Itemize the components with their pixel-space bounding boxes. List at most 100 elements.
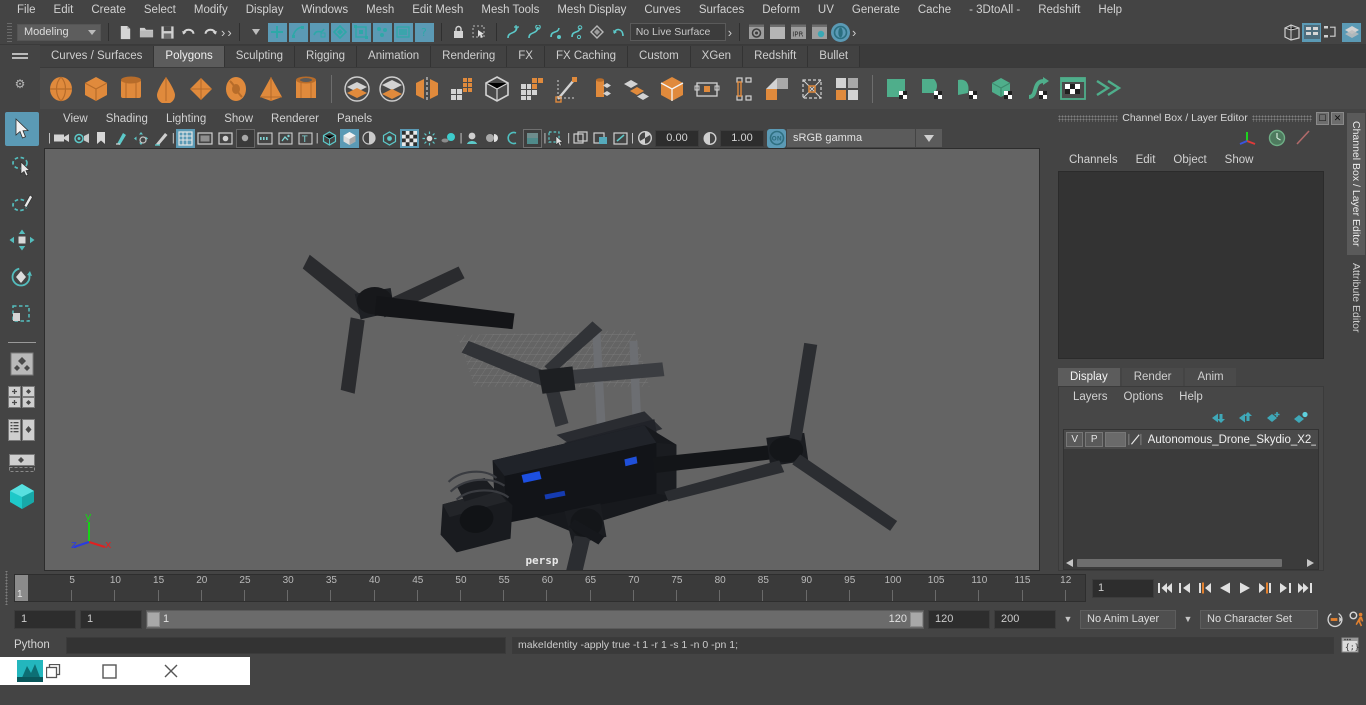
command-language-label[interactable]: Python bbox=[14, 639, 60, 651]
range-slider[interactable]: 1 120 bbox=[146, 609, 924, 629]
depth-of-field-icon[interactable] bbox=[523, 128, 543, 148]
poly-target-weld-icon[interactable] bbox=[552, 74, 582, 104]
select-by-hierarchy-icon[interactable] bbox=[267, 22, 287, 42]
new-layer-from-selected-icon[interactable] bbox=[1292, 411, 1309, 424]
menu-item-cache[interactable]: Cache bbox=[909, 2, 960, 18]
layer-playback-toggle[interactable]: P bbox=[1085, 432, 1103, 447]
poly-multicut-icon[interactable] bbox=[517, 74, 547, 104]
menu-item-edit-mesh[interactable]: Edit Mesh bbox=[403, 2, 472, 18]
menu-item-select[interactable]: Select bbox=[135, 2, 185, 18]
panel-layout-icon[interactable] bbox=[591, 129, 610, 148]
poly-append-icon[interactable] bbox=[622, 74, 652, 104]
two-d-pan-zoom-icon[interactable] bbox=[132, 129, 151, 148]
gamma-icon[interactable] bbox=[700, 129, 719, 148]
current-time-indicator[interactable]: 1 bbox=[15, 575, 28, 601]
poly-wedge-icon[interactable] bbox=[727, 74, 757, 104]
shaded-wireframe-icon[interactable] bbox=[360, 129, 379, 148]
quick-layout-persp-graph[interactable] bbox=[5, 448, 39, 478]
poly-plane-icon[interactable] bbox=[186, 74, 216, 104]
isolate-select-icon[interactable] bbox=[547, 129, 566, 148]
channel-box-menu-show[interactable]: Show bbox=[1216, 153, 1263, 167]
shelf-tab-fx[interactable]: FX bbox=[507, 46, 545, 67]
shelf-tab-rendering[interactable]: Rendering bbox=[431, 46, 508, 67]
color-management-toggle-icon[interactable]: ON bbox=[767, 128, 787, 148]
axis-gizmo-icon[interactable] bbox=[1238, 129, 1260, 147]
menu-item-curves[interactable]: Curves bbox=[635, 2, 689, 18]
animation-end-time-field[interactable]: 200 bbox=[994, 609, 1056, 629]
menu-item-redshift[interactable]: Redshift bbox=[1029, 2, 1089, 18]
scale-tool[interactable] bbox=[5, 297, 39, 331]
snap-to-view-plane-icon[interactable] bbox=[393, 22, 413, 42]
viewport-menu-shading[interactable]: Shading bbox=[97, 112, 157, 126]
anim-layer-selector[interactable]: No Anim Layer bbox=[1080, 609, 1176, 629]
menu-item-mesh-display[interactable]: Mesh Display bbox=[548, 2, 635, 18]
gamma-field[interactable]: 1.00 bbox=[720, 129, 765, 147]
viewport-menu-renderer[interactable]: Renderer bbox=[262, 112, 328, 126]
menu-item-windows[interactable]: Windows bbox=[292, 2, 357, 18]
toggle-render-view-icon[interactable] bbox=[831, 22, 851, 42]
smooth-shade-icon[interactable] bbox=[339, 128, 359, 148]
poly-bevel-icon[interactable] bbox=[482, 74, 512, 104]
playback-start-time-field[interactable]: 1 bbox=[80, 609, 142, 629]
move-tool[interactable] bbox=[5, 223, 39, 257]
lights-icon[interactable] bbox=[420, 129, 439, 148]
app-thumbnail-icon[interactable] bbox=[0, 657, 78, 685]
menu-item-mesh[interactable]: Mesh bbox=[357, 2, 403, 18]
command-input[interactable] bbox=[66, 636, 506, 654]
play-forwards-icon[interactable] bbox=[1236, 578, 1254, 598]
bookmark-icon[interactable] bbox=[92, 129, 111, 148]
layer-menu-help[interactable]: Help bbox=[1171, 390, 1211, 404]
step-back-frame-icon[interactable] bbox=[1196, 578, 1214, 598]
animation-start-time-field[interactable]: 1 bbox=[14, 609, 76, 629]
menu-item-uv[interactable]: UV bbox=[809, 2, 843, 18]
new-layer-icon[interactable] bbox=[1265, 411, 1282, 424]
exposure-icon[interactable] bbox=[635, 129, 654, 148]
current-frame-field[interactable]: 1 bbox=[1092, 578, 1154, 598]
menu-item-3dtoall[interactable]: - 3DtoAll - bbox=[960, 2, 1029, 18]
lock-icon[interactable] bbox=[449, 23, 468, 42]
snap-to-point-icon[interactable] bbox=[372, 22, 392, 42]
panel-grip-dots[interactable] bbox=[1058, 114, 1119, 122]
range-slider-right-handle[interactable] bbox=[910, 611, 923, 627]
shelf-tab-bullet[interactable]: Bullet bbox=[808, 46, 861, 67]
make-live-icon[interactable] bbox=[588, 23, 607, 42]
script-editor-icon[interactable]: {;} bbox=[1340, 636, 1360, 654]
help-snap-icon[interactable]: ? bbox=[414, 22, 434, 42]
time-slider-track[interactable]: 1 5 10 15 20 25 30 35 40 45 50 55 60 65 70 75 80 85 90 95 1… bbox=[14, 574, 1086, 602]
channel-box-menu-edit[interactable]: Edit bbox=[1127, 153, 1165, 167]
grid-icon[interactable] bbox=[175, 128, 195, 148]
viewport-menu-panels[interactable]: Panels bbox=[328, 112, 381, 126]
layer-editor-tab-display[interactable]: Display bbox=[1058, 368, 1120, 386]
flat-shade-icon[interactable] bbox=[380, 129, 399, 148]
play-backwards-icon[interactable] bbox=[1216, 578, 1234, 598]
textured-icon[interactable] bbox=[399, 128, 419, 148]
camera-icon[interactable] bbox=[52, 129, 71, 148]
shelf-tab-custom[interactable]: Custom bbox=[628, 46, 691, 67]
close-icon[interactable] bbox=[140, 657, 202, 685]
channel-box-menu-object[interactable]: Object bbox=[1164, 153, 1215, 167]
text-icon[interactable]: T bbox=[296, 129, 315, 148]
open-outliner-icon[interactable] bbox=[1302, 22, 1321, 42]
menu-item-mesh-tools[interactable]: Mesh Tools bbox=[472, 2, 548, 18]
uv-cylindrical-icon[interactable] bbox=[918, 74, 948, 104]
snap-curve-icon[interactable] bbox=[525, 23, 544, 42]
shelf-tab-sculpting[interactable]: Sculpting bbox=[224, 46, 296, 67]
snap-to-grid-icon[interactable] bbox=[330, 22, 350, 42]
new-scene-icon[interactable] bbox=[116, 23, 135, 42]
layer-list[interactable]: V P Autonomous_Drone_Skydio_X2_002_ bbox=[1063, 429, 1319, 570]
sidebar-toggle-icon[interactable] bbox=[1342, 22, 1361, 42]
layer-menu-options[interactable]: Options bbox=[1116, 390, 1172, 404]
slash-icon[interactable] bbox=[1294, 129, 1312, 147]
image-plane-icon[interactable] bbox=[112, 129, 131, 148]
step-forward-keyframe-icon[interactable] bbox=[1276, 578, 1294, 598]
menu-item-modify[interactable]: Modify bbox=[185, 2, 237, 18]
go-to-start-icon[interactable] bbox=[1156, 578, 1174, 598]
menu-item-edit[interactable]: Edit bbox=[45, 2, 83, 18]
viewport-menu-show[interactable]: Show bbox=[215, 112, 262, 126]
grease-pencil-icon[interactable] bbox=[152, 129, 171, 148]
film-origin-icon[interactable] bbox=[256, 129, 275, 148]
poly-sphere-icon[interactable] bbox=[46, 74, 76, 104]
poly-bridge-icon[interactable] bbox=[587, 74, 617, 104]
xray-icon[interactable] bbox=[276, 129, 295, 148]
film-gate-icon[interactable] bbox=[196, 129, 215, 148]
